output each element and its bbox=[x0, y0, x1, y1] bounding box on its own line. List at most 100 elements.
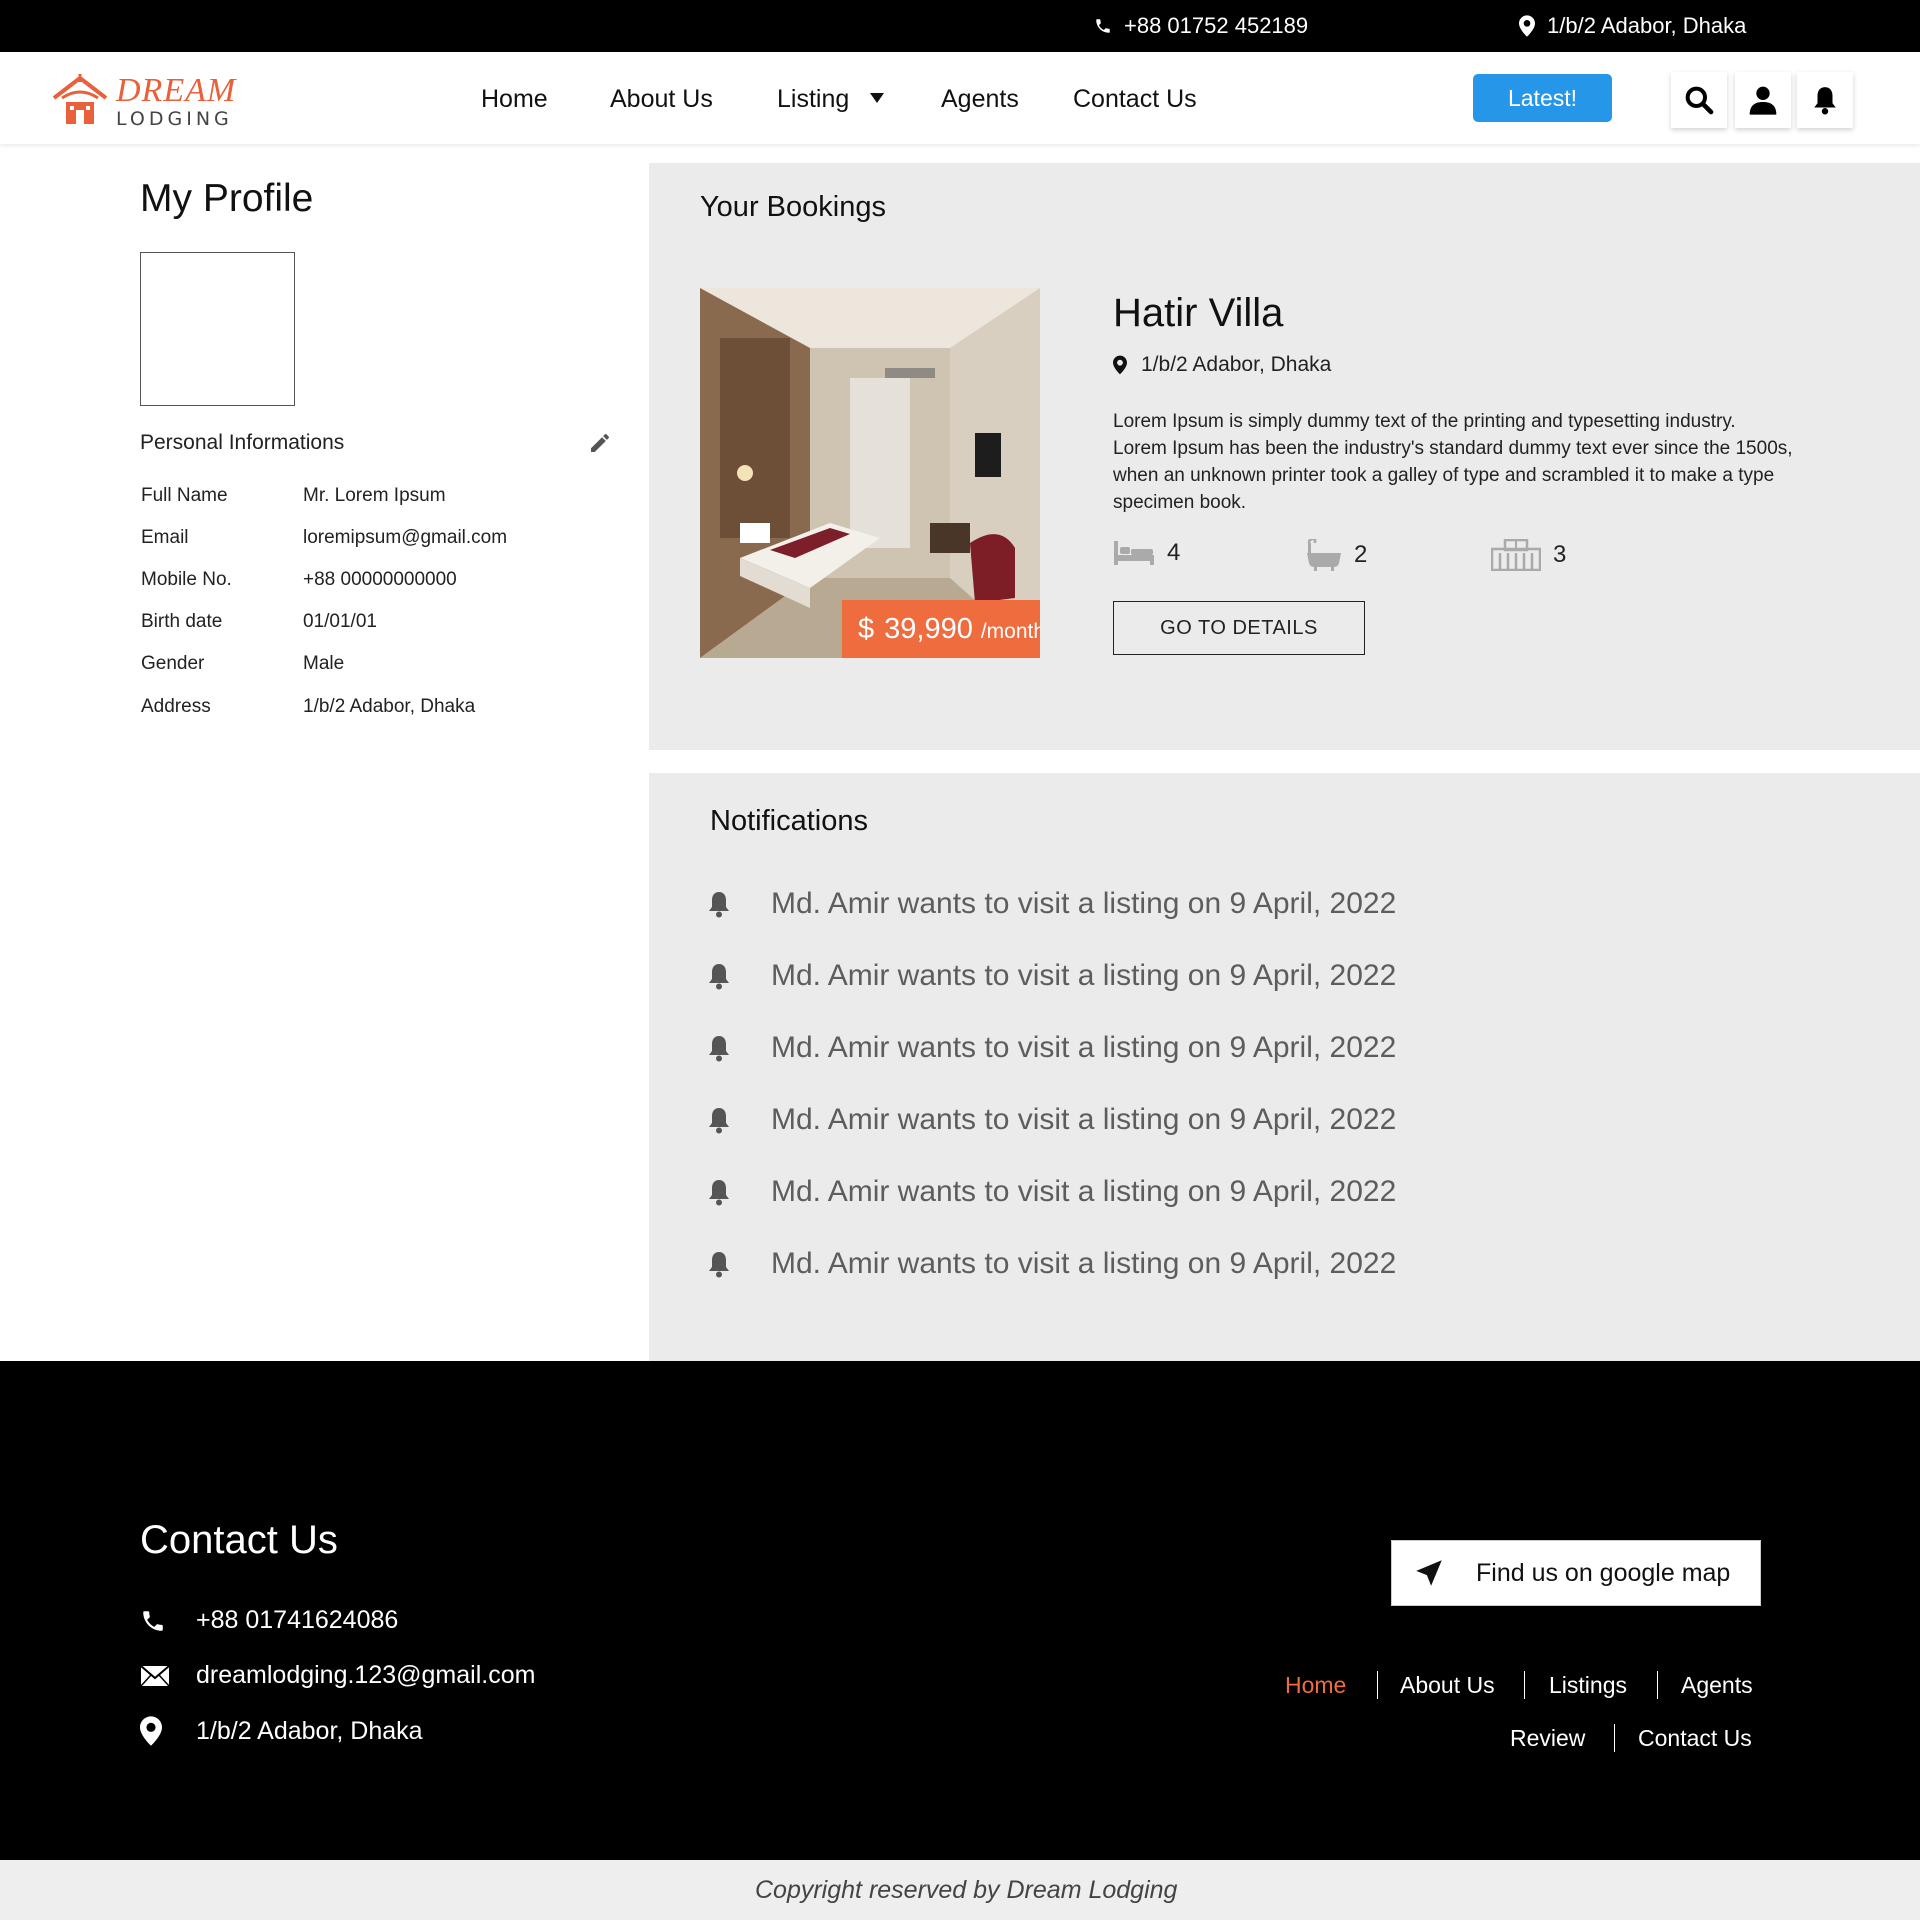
brand-name-top: DREAM bbox=[116, 72, 237, 109]
info-label-full-name: Full Name bbox=[141, 485, 228, 506]
info-value-email: loremipsum@gmail.com bbox=[303, 527, 508, 548]
phone-icon bbox=[143, 1610, 163, 1631]
footer-link-about-us[interactable]: About Us bbox=[1400, 1672, 1495, 1699]
personal-info-heading: Personal Informations bbox=[140, 431, 345, 454]
price-amount: 39,990 bbox=[884, 612, 973, 645]
rooms-feature: 3 bbox=[1491, 539, 1566, 571]
beds-count: 4 bbox=[1167, 539, 1181, 566]
envelope-icon bbox=[140, 1664, 170, 1687]
footer-divider bbox=[1614, 1724, 1615, 1752]
info-label-email: Email bbox=[141, 527, 189, 548]
notification-text: Md. Amir wants to visit a listing on 9 A… bbox=[771, 1031, 1397, 1064]
footer-divider bbox=[1377, 1671, 1378, 1699]
top-contact-bar: +88 01752 452189 1/b/2 Adabor, Dhaka bbox=[0, 0, 1920, 52]
footer-contact-heading: Contact Us bbox=[140, 1518, 338, 1562]
page: +88 01752 452189 1/b/2 Adabor, Dhaka DRE… bbox=[0, 0, 1920, 1920]
pencil-edit-icon[interactable] bbox=[588, 431, 612, 455]
nav-about-us[interactable]: About Us bbox=[610, 85, 713, 114]
copyright-bar: Copyright reserved by Dream Lodging bbox=[0, 1860, 1920, 1920]
footer-link-contact-us[interactable]: Contact Us bbox=[1638, 1725, 1752, 1752]
go-to-details-button[interactable]: GO TO DETAILS bbox=[1113, 601, 1365, 655]
info-value-full-name: Mr. Lorem Ipsum bbox=[303, 485, 446, 506]
notification-text: Md. Amir wants to visit a listing on 9 A… bbox=[771, 959, 1397, 992]
info-value-mobile: +88 00000000000 bbox=[303, 569, 457, 590]
user-icon bbox=[1749, 86, 1777, 115]
info-label-mobile: Mobile No. bbox=[141, 569, 232, 590]
info-value-address: 1/b/2 Adabor, Dhaka bbox=[303, 696, 476, 717]
footer-link-home[interactable]: Home bbox=[1285, 1672, 1346, 1699]
main-navigation: DREAM LODGING Home About Us Listing Agen… bbox=[0, 52, 1920, 144]
notification-text: Md. Amir wants to visit a listing on 9 A… bbox=[771, 887, 1397, 920]
footer-link-listings[interactable]: Listings bbox=[1549, 1672, 1627, 1699]
bell-icon bbox=[709, 1036, 729, 1062]
beds-feature: 4 bbox=[1113, 539, 1180, 567]
navigation-arrow-icon bbox=[1416, 1560, 1442, 1586]
footer-link-review[interactable]: Review bbox=[1510, 1725, 1585, 1752]
notification-item[interactable]: Md. Amir wants to visit a listing on 9 A… bbox=[707, 1103, 1396, 1137]
bookings-panel: Your Bookings $ 39,990 /month Hatir Vill… bbox=[649, 163, 1920, 750]
info-label-address: Address bbox=[141, 696, 211, 717]
baths-feature: 2 bbox=[1306, 539, 1367, 571]
user-account-button[interactable] bbox=[1735, 72, 1791, 128]
footer-address: 1/b/2 Adabor, Dhaka bbox=[140, 1716, 423, 1746]
price-currency: $ bbox=[858, 612, 875, 645]
baths-count: 2 bbox=[1354, 541, 1368, 568]
topbar-address: 1/b/2 Adabor, Dhaka bbox=[1519, 13, 1746, 39]
nav-listing[interactable]: Listing bbox=[777, 85, 849, 114]
listing-dropdown-caret-icon[interactable] bbox=[870, 93, 884, 103]
footer-phone: +88 01741624086 bbox=[140, 1606, 398, 1635]
listing-location: 1/b/2 Adabor, Dhaka bbox=[1113, 353, 1331, 377]
listing-location-text: 1/b/2 Adabor, Dhaka bbox=[1141, 353, 1332, 376]
footer-divider bbox=[1524, 1671, 1525, 1699]
bed-icon bbox=[1114, 541, 1154, 565]
price-period: /month bbox=[980, 619, 1040, 643]
listing-photo[interactable]: $ 39,990 /month bbox=[700, 288, 1040, 658]
footer-link-agents[interactable]: Agents bbox=[1681, 1672, 1753, 1699]
rooms-count: 3 bbox=[1553, 541, 1567, 568]
latest-button[interactable]: Latest! bbox=[1473, 74, 1612, 122]
info-value-birth-date: 01/01/01 bbox=[303, 611, 377, 632]
bookings-heading: Your Bookings bbox=[700, 191, 886, 223]
phone-icon bbox=[1096, 19, 1110, 33]
notification-item[interactable]: Md. Amir wants to visit a listing on 9 A… bbox=[707, 1247, 1396, 1281]
house-logo-icon bbox=[52, 74, 108, 124]
notification-text: Md. Amir wants to visit a listing on 9 A… bbox=[771, 1103, 1397, 1136]
copyright-text: Copyright reserved by Dream Lodging bbox=[755, 1876, 1178, 1904]
topbar-phone: +88 01752 452189 bbox=[1094, 13, 1308, 39]
notifications-button[interactable] bbox=[1797, 72, 1853, 128]
notification-item[interactable]: Md. Amir wants to visit a listing on 9 A… bbox=[707, 1031, 1396, 1065]
notification-item[interactable]: Md. Amir wants to visit a listing on 9 A… bbox=[707, 887, 1396, 921]
info-label-birth-date: Birth date bbox=[141, 611, 223, 632]
footer-phone-text: +88 01741624086 bbox=[196, 1606, 399, 1634]
brand-name-bottom: LODGING bbox=[116, 108, 233, 130]
topbar-phone-text: +88 01752 452189 bbox=[1124, 13, 1309, 38]
brand-logo[interactable]: DREAM LODGING bbox=[50, 70, 240, 130]
nav-home[interactable]: Home bbox=[481, 85, 548, 114]
notifications-heading: Notifications bbox=[710, 805, 868, 837]
listing-description: Lorem Ipsum is simply dummy text of the … bbox=[1113, 411, 1793, 513]
bell-icon bbox=[709, 1180, 729, 1206]
google-map-button[interactable]: Find us on google map bbox=[1391, 1540, 1761, 1606]
notification-item[interactable]: Md. Amir wants to visit a listing on 9 A… bbox=[707, 1175, 1396, 1209]
nav-contact-us[interactable]: Contact Us bbox=[1073, 85, 1197, 114]
location-pin-icon bbox=[140, 1716, 162, 1746]
search-button[interactable] bbox=[1671, 72, 1727, 128]
nav-agents[interactable]: Agents bbox=[941, 85, 1019, 114]
bell-icon bbox=[709, 892, 729, 918]
notification-item[interactable]: Md. Amir wants to visit a listing on 9 A… bbox=[707, 959, 1396, 993]
building-icon bbox=[1491, 539, 1541, 571]
footer-email-text[interactable]: dreamlodging.123@gmail.com bbox=[196, 1661, 535, 1690]
bell-icon bbox=[709, 1108, 729, 1134]
profile-avatar[interactable] bbox=[140, 252, 295, 406]
footer-divider bbox=[1657, 1671, 1658, 1699]
info-label-gender: Gender bbox=[141, 653, 205, 674]
notifications-panel: Notifications Md. Amir wants to visit a … bbox=[649, 773, 1920, 1361]
google-map-button-label: Find us on google map bbox=[1476, 1558, 1731, 1587]
footer: Contact Us +88 01741624086 dreamlodging.… bbox=[0, 1361, 1920, 1860]
location-pin-icon bbox=[1113, 355, 1127, 375]
bell-icon bbox=[709, 1252, 729, 1278]
footer-address-text: 1/b/2 Adabor, Dhaka bbox=[196, 1716, 423, 1745]
topbar-address-text: 1/b/2 Adabor, Dhaka bbox=[1547, 13, 1747, 38]
location-pin-icon bbox=[1519, 15, 1535, 37]
notification-text: Md. Amir wants to visit a listing on 9 A… bbox=[771, 1247, 1397, 1280]
